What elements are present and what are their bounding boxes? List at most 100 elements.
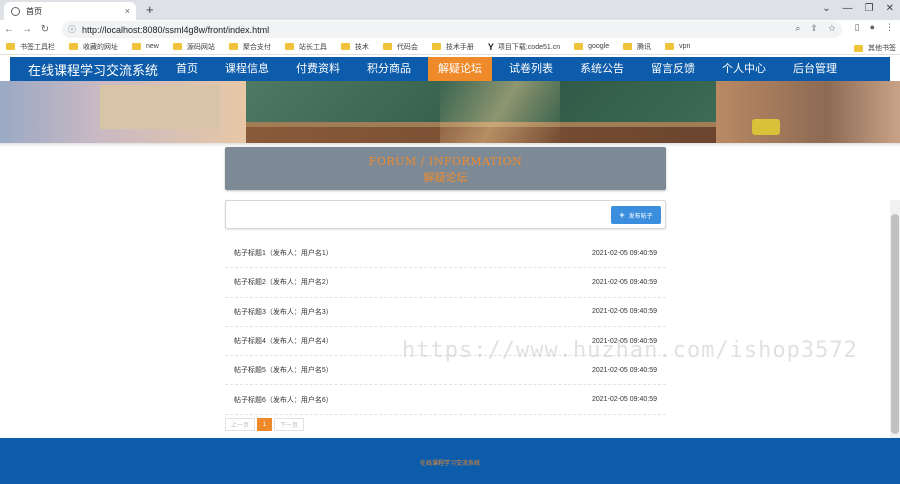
bookmark-item[interactable]: 站长工具 — [284, 42, 327, 52]
forward-icon[interactable]: → — [18, 24, 36, 35]
post-row[interactable]: 帖子标题6（发布人：用户名6） 2021-02-05 09:40:59 — [225, 385, 666, 415]
folder-icon — [623, 43, 633, 50]
close-tab-icon[interactable]: × — [125, 6, 130, 16]
post-title[interactable]: 帖子标题6（发布人：用户名6） — [234, 395, 333, 405]
post-time: 2021-02-05 09:40:59 — [592, 308, 657, 316]
forum-header: FORUM / INFORMATION 解疑论坛 — [225, 147, 666, 190]
post-row[interactable]: 帖子标题1（发布人：用户名1） 2021-02-05 09:40:59 — [225, 239, 666, 269]
nav-paid-materials[interactable]: 付费资料 — [286, 57, 350, 81]
bookmark-item[interactable]: 腾讯 — [623, 42, 651, 52]
post-title[interactable]: 帖子标题1（发布人：用户名1） — [234, 248, 333, 258]
nav-points-shop[interactable]: 积分商品 — [357, 57, 421, 81]
banner-right-scene — [716, 81, 900, 143]
post-title[interactable]: 帖子标题5（发布人：用户名5） — [234, 365, 333, 375]
folder-icon — [340, 43, 350, 50]
footer-text: 在线课程学习交流系统 — [419, 461, 480, 467]
hero-banner — [0, 81, 900, 143]
bookmark-item[interactable]: vpn — [665, 43, 690, 50]
bookmark-item[interactable]: 代码会 — [382, 42, 418, 52]
publish-post-button[interactable]: + 发布帖子 — [611, 206, 661, 224]
nav-admin[interactable]: 后台管理 — [783, 57, 847, 81]
folder-icon — [574, 43, 584, 50]
nav-feedback[interactable]: 留言反馈 — [641, 57, 705, 81]
post-time: 2021-02-05 09:40:59 — [592, 278, 657, 286]
zoom-icon[interactable]: ⌕ — [795, 23, 800, 34]
share-icon[interactable]: ⇪ — [810, 23, 818, 34]
bookmark-item[interactable]: 收藏的网址 — [69, 42, 118, 52]
post-time: 2021-02-05 09:40:59 — [592, 366, 657, 374]
globe-icon — [11, 6, 20, 16]
post-title[interactable]: 帖子标题3（发布人：用户名3） — [234, 307, 333, 317]
nav-home[interactable]: 首页 — [166, 57, 208, 81]
minimize-button[interactable]: — — [843, 2, 853, 16]
post-time: 2021-02-05 09:40:59 — [592, 396, 657, 404]
school-bag — [752, 119, 780, 135]
folder-icon — [172, 43, 182, 50]
nav-forum[interactable]: 解疑论坛 — [428, 57, 492, 81]
address-bar: ← → ↻ ⓘ http://localhost:8080/ssml4g8w/f… — [0, 20, 900, 39]
post-list: 帖子标题1（发布人：用户名1） 2021-02-05 09:40:59 帖子标题… — [225, 239, 666, 415]
post-time: 2021-02-05 09:40:59 — [592, 249, 657, 257]
close-window-button[interactable]: ✕ — [886, 2, 894, 16]
bookmark-item[interactable]: 技术 — [340, 42, 369, 52]
page-number-current[interactable]: 1 — [257, 418, 273, 431]
prev-page-button[interactable]: 上一页 — [225, 418, 256, 431]
browser-tab[interactable]: 首页 × — [4, 2, 136, 20]
site-footer: 在线课程学习交流系统 — [0, 438, 900, 484]
publish-post-label: 发布帖子 — [628, 213, 653, 220]
url-field[interactable]: ⓘ http://localhost:8080/ssml4g8w/front/i… — [62, 21, 842, 38]
bookmarks-bar: 书签工具栏 收藏的网址 new 源码网站 聚合支付 站长工具 技术 代码会 技术… — [0, 39, 900, 55]
post-row[interactable]: 帖子标题3（发布人：用户名3） 2021-02-05 09:40:59 — [225, 298, 666, 327]
nav-announcements[interactable]: 系统公告 — [570, 57, 634, 81]
next-page-button[interactable]: 下一页 — [274, 418, 305, 431]
info-icon[interactable]: ⓘ — [68, 24, 76, 35]
nav-menu: 首页 课程信息 付费资料 积分商品 解疑论坛 试卷列表 系统公告 留言反馈 个人… — [166, 57, 854, 81]
bookshelf — [100, 85, 220, 129]
plus-icon: + — [619, 209, 625, 220]
folder-icon — [382, 43, 392, 50]
tab-search-icon[interactable]: ⌄ — [822, 2, 830, 16]
forum-title-en: FORUM / INFORMATION — [368, 155, 523, 168]
profile-icon[interactable]: ● — [870, 22, 875, 33]
back-icon[interactable]: ← — [0, 24, 18, 35]
nav-courses[interactable]: 课程信息 — [215, 57, 279, 81]
forum-title-cn: 解疑论坛 — [423, 171, 468, 184]
site-title: 在线课程学习交流系统 — [28, 63, 159, 79]
folder-icon — [69, 43, 78, 50]
folder-icon — [665, 43, 675, 50]
folder-icon — [284, 43, 294, 50]
folder-icon — [6, 43, 15, 50]
reload-icon[interactable]: ↻ — [36, 24, 54, 35]
tab-title: 首页 — [26, 6, 42, 16]
nav-exams[interactable]: 试卷列表 — [499, 57, 563, 81]
bookmark-item[interactable]: Y 项目下载:code51.cn — [488, 42, 560, 52]
folder-icon — [854, 44, 863, 52]
menu-icon[interactable]: ⋮ — [885, 22, 894, 33]
bookmark-item[interactable]: 源码网站 — [172, 42, 215, 52]
bookmark-item[interactable]: 书签工具栏 — [6, 42, 55, 52]
other-bookmarks[interactable]: 其他书签 — [854, 43, 896, 53]
browser-actions: ▯ ● ⋮ — [855, 22, 894, 33]
star-icon[interactable]: ☆ — [828, 23, 836, 34]
post-title[interactable]: 帖子标题2（发布人：用户名2） — [234, 277, 333, 287]
bookmark-item[interactable]: 聚合支付 — [228, 42, 271, 52]
new-tab-button[interactable]: + — [146, 2, 154, 18]
folder-icon — [132, 43, 141, 50]
forum-search-box[interactable]: + 发布帖子 — [225, 200, 666, 229]
watermark: https://www.huzhan.com/ishop3572 — [402, 338, 858, 363]
url-text: http://localhost:8080/ssml4g8w/front/ind… — [82, 24, 270, 35]
post-row[interactable]: 帖子标题2（发布人：用户名2） 2021-02-05 09:40:59 — [225, 268, 666, 298]
omnibox-actions: ⌕ ⇪ ☆ — [795, 23, 836, 34]
bookmark-item[interactable]: 技术手册 — [431, 42, 474, 52]
post-title[interactable]: 帖子标题4（发布人：用户名4） — [234, 336, 333, 346]
sidepanel-icon[interactable]: ▯ — [855, 22, 860, 33]
scrollbar-thumb[interactable] — [891, 214, 899, 434]
bookmark-item[interactable]: google — [574, 43, 609, 50]
browser-tab-bar: 首页 × + ⌄ — ❐ ✕ — [0, 0, 900, 20]
bookmark-item[interactable]: new — [132, 43, 159, 50]
folder-icon — [228, 43, 238, 50]
restore-button[interactable]: ❐ — [865, 2, 874, 16]
window-controls: ⌄ — ❐ ✕ — [822, 2, 894, 16]
sunlight — [440, 81, 560, 143]
nav-profile[interactable]: 个人中心 — [712, 57, 776, 81]
